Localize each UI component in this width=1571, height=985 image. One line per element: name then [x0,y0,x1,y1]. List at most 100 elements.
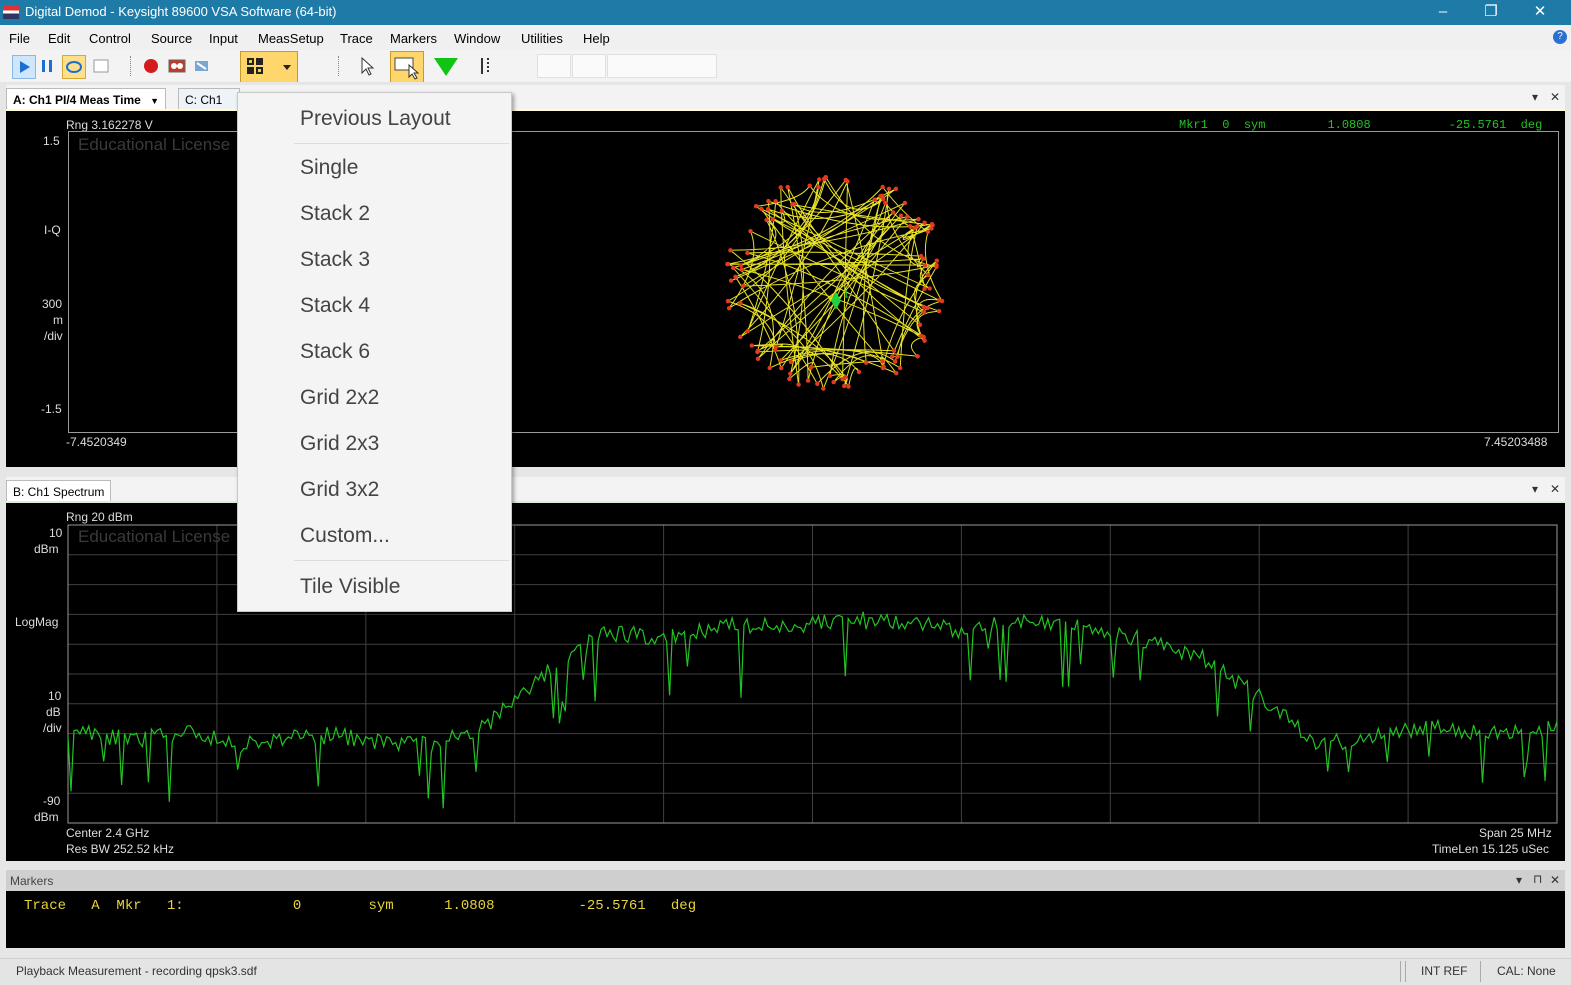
layout-icon[interactable] [240,51,298,83]
status-bar: Playback Measurement - recording qpsk3.s… [0,958,1571,985]
menu-item-stack-6[interactable]: Stack 6 [300,340,370,364]
range-label: Rng 3.162278 V [66,118,153,132]
menu-item-stack-2[interactable]: Stack 2 [300,202,370,226]
symbol-point [805,378,811,383]
marker-readout: Mkr1 0 sym 1.0808 -25.5761 deg [1179,118,1543,132]
panel-close-icon[interactable]: ✕ [1550,482,1560,496]
chevron-down-icon: ▼ [150,96,160,106]
menu-item-grid-2x3[interactable]: Grid 2x3 [300,432,379,456]
symbol-point [821,176,827,182]
panel-dropdown-icon[interactable]: ▾ [1532,482,1538,496]
symbol-point [856,369,862,375]
iq-constellation: 1 [725,175,945,391]
symbol-point [936,309,942,314]
restart-icon[interactable] [62,55,86,79]
menu-item-stack-3[interactable]: Stack 3 [300,248,370,272]
menu-item-stack-4[interactable]: Stack 4 [300,294,370,318]
minimize-button[interactable]: – [1420,0,1466,25]
symbol-point [840,377,845,382]
pause-icon[interactable] [36,55,58,77]
menu-item-grid-2x2[interactable]: Grid 2x2 [300,386,379,410]
playback-icon[interactable] [166,55,188,77]
y-bottom-label: -1.5 [41,402,62,416]
symbol-point [748,229,753,234]
symbol-point [817,177,822,182]
symbol-point [891,210,896,215]
zoom-window-icon[interactable] [390,51,424,83]
play-icon[interactable] [12,55,36,79]
symbol-point [764,217,769,223]
marker-icon[interactable] [432,55,460,77]
symbol-point [880,359,885,364]
workspace: A: Ch1 PI/4 Meas Time ▼ C: Ch1 P ▾ ✕ Rng… [0,82,1571,958]
tab-trace-a[interactable]: A: Ch1 PI/4 Meas Time ▼ [6,88,167,111]
panel-close-icon[interactable]: ✕ [1550,873,1560,887]
y-top-label: 1.5 [43,134,60,148]
symbol-point [893,186,899,191]
close-button[interactable]: ✕ [1517,0,1563,25]
restore-button[interactable]: ❐ [1468,0,1514,25]
symbol-point [934,264,939,270]
pin-icon[interactable]: ⊓ [1533,872,1542,886]
tab-trace-b[interactable]: B: Ch1 Spectrum [6,480,112,503]
symbol-point [927,286,932,291]
menu-input[interactable]: Input [209,31,238,46]
panel-dropdown-icon[interactable]: ▾ [1532,90,1538,104]
single-icon[interactable] [90,55,112,77]
menu-meassetup[interactable]: MeasSetup [258,31,324,46]
symbol-point [890,354,895,359]
menu-item-custom[interactable]: Custom... [300,524,390,548]
menu-item-previous-layout[interactable]: Previous Layout [300,107,451,131]
window-title: Digital Demod - Keysight 89600 VSA Softw… [25,4,337,19]
menu-control[interactable]: Control [89,31,131,46]
symbol-point [902,200,908,206]
symbol-point [922,263,928,268]
menu-edit[interactable]: Edit [48,31,70,46]
symbol-point [749,343,754,348]
symbol-point [915,354,920,359]
symbol-point [898,365,903,371]
markers-header: Markers ▾ ⊓ ✕ [6,870,1565,891]
menu-file[interactable]: File [9,31,30,46]
format-label: I-Q [44,223,61,237]
symbol-point [821,386,826,391]
menu-help[interactable]: Help [583,31,610,46]
marker-row[interactable]: Trace A Mkr 1: 0 sym 1.0808 -25.5761 deg [24,898,696,914]
toolbar [0,50,1571,83]
symbol-point [934,258,939,263]
menu-item-single[interactable]: Single [300,156,358,180]
calibrate-icon[interactable] [191,55,213,77]
markers-table: Trace A Mkr 1: 0 sym 1.0808 -25.5761 deg [6,891,1565,948]
menu-item-grid-3x2[interactable]: Grid 3x2 [300,478,379,502]
symbol-point [939,298,945,304]
symbol-point [807,183,812,188]
status-message: Playback Measurement - recording qpsk3.s… [16,964,257,978]
menu-window[interactable]: Window [454,31,500,46]
x-left-label: -7.4520349 [66,435,127,449]
record-icon[interactable] [140,55,162,77]
menu-markers[interactable]: Markers [390,31,437,46]
symbol-point [770,217,775,222]
symbol-point [880,365,886,371]
marker-bar-icon[interactable] [474,55,496,77]
symbol-point [788,371,793,376]
symbol-point [725,262,730,267]
scale-value: 300 [42,297,63,311]
scale-div: /div [44,329,63,343]
menu-trace[interactable]: Trace [340,31,373,46]
symbol-point [815,381,820,386]
symbol-point [739,267,745,272]
symbol-point [842,383,847,389]
tab-trace-c[interactable]: C: Ch1 P [178,88,240,111]
panel-close-icon[interactable]: ✕ [1550,90,1560,104]
symbol-point [916,216,921,222]
pointer-icon[interactable] [356,55,378,77]
menu-source[interactable]: Source [151,31,192,46]
watermark: Educational License [78,527,231,546]
help-icon[interactable]: ? [1553,30,1567,44]
panel-dropdown-icon[interactable]: ▾ [1516,873,1522,887]
symbol-point [733,274,738,279]
menu-utilities[interactable]: Utilities [521,31,563,46]
menu-item-tile-visible[interactable]: Tile Visible [300,575,400,599]
symbol-point [785,184,790,190]
